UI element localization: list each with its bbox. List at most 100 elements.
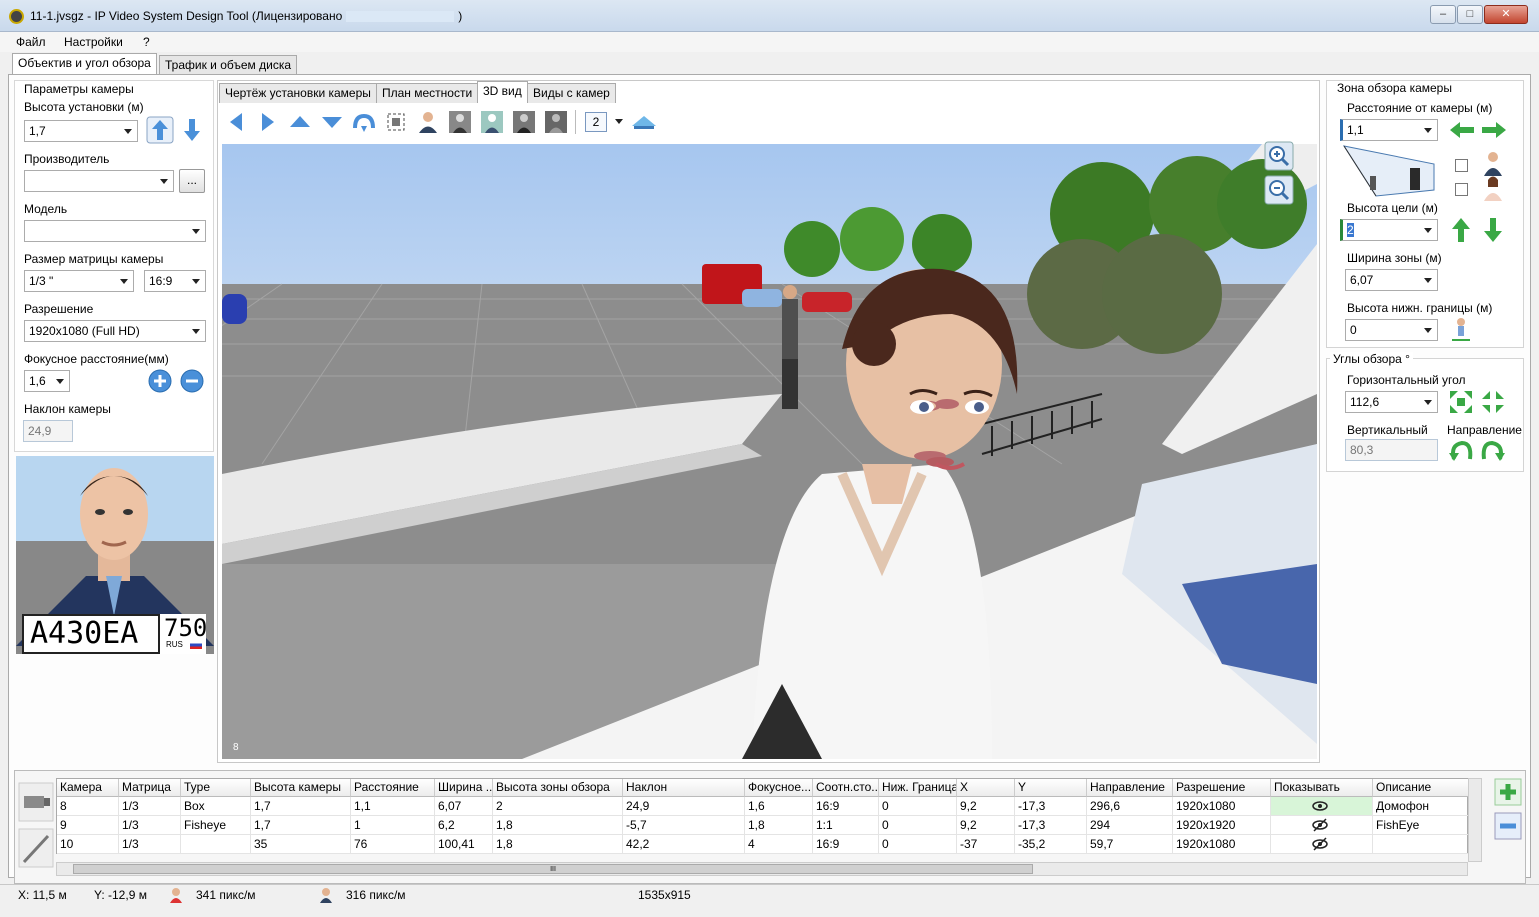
arrow-down-icon[interactable]: [320, 110, 344, 134]
person-blur-icon[interactable]: [544, 110, 568, 134]
viewport-zoom-out-icon[interactable]: [1264, 175, 1294, 205]
column-header[interactable]: Разрешение: [1173, 779, 1271, 797]
zone-width-combo[interactable]: 6,07: [1345, 269, 1438, 291]
table-cell[interactable]: 1,8: [493, 816, 623, 835]
focal-combo[interactable]: 1,6: [24, 370, 70, 392]
table-cell[interactable]: 16:9: [813, 797, 879, 816]
tab-camera-views[interactable]: Виды с камер: [527, 83, 616, 103]
table-cell[interactable]: Fisheye: [181, 816, 251, 835]
column-header[interactable]: Камера: [57, 779, 119, 797]
sensor-combo[interactable]: 1/3 ": [24, 270, 134, 292]
table-cell[interactable]: 294: [1087, 816, 1173, 835]
scene-settings-icon[interactable]: [630, 110, 658, 134]
column-header[interactable]: Направление: [1087, 779, 1173, 797]
person-man-icon[interactable]: [416, 110, 440, 134]
table-cell[interactable]: 1/3: [119, 797, 181, 816]
table-cell[interactable]: -5,7: [623, 816, 745, 835]
menu-file[interactable]: Файл: [16, 35, 46, 49]
table-cell[interactable]: 0: [879, 835, 957, 854]
table-cell[interactable]: 42,2: [623, 835, 745, 854]
table-cell[interactable]: 2: [493, 797, 623, 816]
arrow-right-icon[interactable]: [256, 110, 280, 134]
table-cell[interactable]: 9,2: [957, 797, 1015, 816]
table-cell[interactable]: 100,41: [435, 835, 493, 854]
table-cell[interactable]: 6,2: [435, 816, 493, 835]
hangle-combo[interactable]: 112,6: [1345, 391, 1438, 413]
rotate-view-icon[interactable]: [352, 110, 376, 134]
person-gray-icon[interactable]: [448, 110, 472, 134]
table-cell[interactable]: 6,07: [435, 797, 493, 816]
menu-help[interactable]: ?: [143, 35, 150, 49]
table-cell[interactable]: 1: [351, 816, 435, 835]
table-cell[interactable]: 0: [879, 816, 957, 835]
remove-camera-icon[interactable]: [1494, 812, 1522, 840]
expand-angle-icon[interactable]: [1448, 389, 1474, 415]
tab-lens[interactable]: Объектив и угол обзора: [12, 53, 157, 75]
table-cell[interactable]: 59,7: [1087, 835, 1173, 854]
chevron-down-icon[interactable]: [615, 119, 623, 124]
table-cell[interactable]: 1920x1920: [1173, 816, 1271, 835]
table-cell[interactable]: 296,6: [1087, 797, 1173, 816]
arrow-left-icon[interactable]: [224, 110, 248, 134]
tab-3d-view[interactable]: 3D вид: [477, 81, 528, 103]
column-header[interactable]: Расстояние: [351, 779, 435, 797]
target-down-icon[interactable]: [1482, 216, 1504, 244]
table-cell[interactable]: 1,6: [745, 797, 813, 816]
zoom-in-icon[interactable]: [148, 369, 172, 393]
camera-count-field[interactable]: 2: [585, 112, 607, 132]
table-cell[interactable]: 1/3: [119, 816, 181, 835]
model-combo[interactable]: [24, 220, 206, 242]
table-cell[interactable]: 1,7: [251, 797, 351, 816]
height-up-icon[interactable]: [146, 116, 174, 144]
table-cell[interactable]: -35,2: [1015, 835, 1087, 854]
rotate-left-icon[interactable]: [1448, 439, 1474, 463]
vendor-browse-button[interactable]: ...: [179, 169, 205, 193]
table-cell[interactable]: 1/3: [119, 835, 181, 854]
table-cell[interactable]: -37: [957, 835, 1015, 854]
zoom-out-icon[interactable]: [180, 369, 204, 393]
column-header[interactable]: Ниж. Граница: [879, 779, 957, 797]
table-cell[interactable]: 1,1: [351, 797, 435, 816]
fit-view-icon[interactable]: [384, 110, 408, 134]
visibility-cell[interactable]: [1271, 797, 1373, 816]
table-cell[interactable]: 76: [351, 835, 435, 854]
visibility-cell[interactable]: [1271, 835, 1373, 854]
viewport-zoom-in-icon[interactable]: [1264, 141, 1294, 171]
tab-drawing[interactable]: Чертёж установки камеры: [219, 83, 377, 103]
tab-site-plan[interactable]: План местности: [376, 83, 479, 103]
table-cell[interactable]: 4: [745, 835, 813, 854]
person-floor-icon[interactable]: [1450, 316, 1472, 342]
table-cell[interactable]: 10: [57, 835, 119, 854]
tab-traffic[interactable]: Трафик и объем диска: [159, 55, 297, 75]
rotate-right-icon[interactable]: [1480, 439, 1506, 463]
table-cell[interactable]: 9,2: [957, 816, 1015, 835]
table-cell[interactable]: 0: [879, 797, 957, 816]
column-header[interactable]: Фокусное...: [745, 779, 813, 797]
table-cell[interactable]: 1:1: [813, 816, 879, 835]
table-cell[interactable]: 1920x1080: [1173, 835, 1271, 854]
column-header[interactable]: Матрица: [119, 779, 181, 797]
table-cell[interactable]: 16:9: [813, 835, 879, 854]
table-cell[interactable]: -17,3: [1015, 797, 1087, 816]
woman-checkbox[interactable]: [1455, 183, 1468, 196]
target-height-combo[interactable]: 2: [1340, 219, 1438, 241]
table-cell[interactable]: Box: [181, 797, 251, 816]
vendor-combo[interactable]: [24, 170, 174, 192]
table-cell[interactable]: -17,3: [1015, 816, 1087, 835]
man-checkbox[interactable]: [1455, 159, 1468, 172]
table-cell[interactable]: [1373, 835, 1469, 854]
target-up-icon[interactable]: [1450, 216, 1472, 244]
arrow-left-green-icon[interactable]: [1448, 120, 1476, 140]
height-combo[interactable]: 1,7: [24, 120, 138, 142]
column-header[interactable]: Y: [1015, 779, 1087, 797]
column-header[interactable]: Type: [181, 779, 251, 797]
table-cell[interactable]: Домофон: [1373, 797, 1469, 816]
shrink-angle-icon[interactable]: [1480, 389, 1506, 415]
minimize-button[interactable]: –: [1430, 5, 1456, 24]
close-button[interactable]: ✕: [1484, 5, 1528, 24]
aspect-combo[interactable]: 16:9: [144, 270, 206, 292]
table-cell[interactable]: [181, 835, 251, 854]
vertical-scrollbar[interactable]: [1468, 778, 1482, 862]
table-cell[interactable]: 35: [251, 835, 351, 854]
column-header[interactable]: Наклон: [623, 779, 745, 797]
